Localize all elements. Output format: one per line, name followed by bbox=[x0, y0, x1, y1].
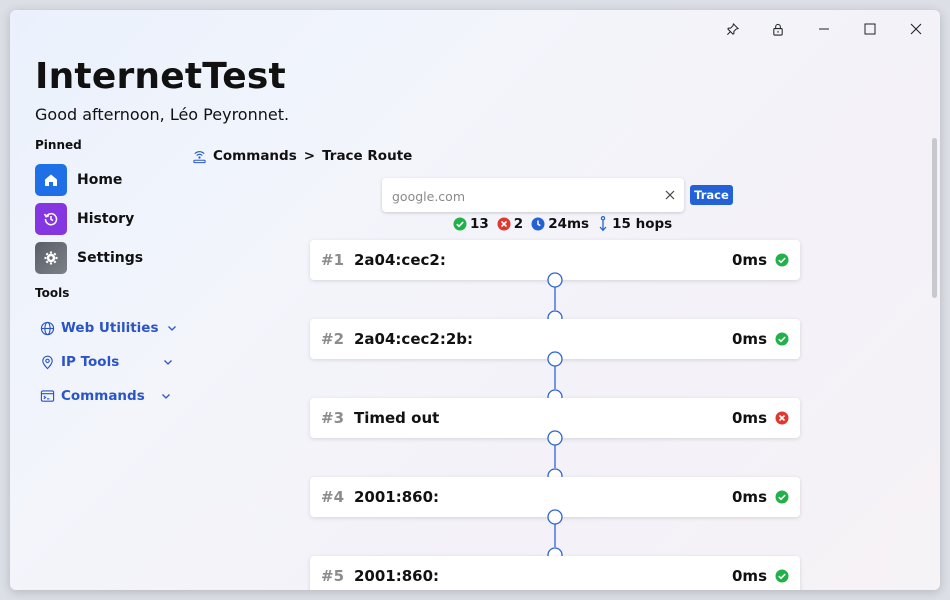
time-stat: 24ms bbox=[531, 216, 589, 232]
minimize-icon[interactable] bbox=[812, 20, 836, 38]
chevron-down-icon[interactable] bbox=[167, 324, 177, 332]
greeting-text: Good afternoon, Léo Peyronnet. bbox=[35, 105, 290, 124]
sidebar-item-settings[interactable]: Settings bbox=[35, 242, 143, 274]
hop-time: 0ms bbox=[732, 330, 767, 348]
scrollbar-thumb[interactable] bbox=[932, 138, 937, 298]
hop-row[interactable]: #5 2001:860: 0ms bbox=[310, 556, 800, 590]
history-icon bbox=[35, 203, 67, 235]
location-icon bbox=[40, 355, 55, 370]
success-icon bbox=[775, 490, 789, 504]
breadcrumb-section[interactable]: Commands bbox=[213, 148, 297, 164]
clear-icon[interactable] bbox=[662, 187, 678, 203]
home-icon bbox=[35, 164, 67, 196]
sidebar-item-home[interactable]: Home bbox=[35, 164, 122, 196]
timeline-connector bbox=[547, 272, 563, 321]
error-icon bbox=[497, 217, 511, 231]
sidebar-item-web-utilities[interactable]: Web Utilities bbox=[40, 318, 177, 338]
close-icon[interactable] bbox=[904, 20, 928, 38]
tools-section-label: Tools bbox=[35, 286, 70, 300]
success-icon bbox=[775, 569, 789, 583]
globe-icon bbox=[40, 321, 55, 336]
app-title: InternetTest bbox=[35, 56, 286, 97]
hop-time: 0ms bbox=[732, 567, 767, 585]
failed-count: 2 bbox=[513, 216, 524, 232]
success-icon bbox=[453, 217, 467, 231]
hop-number: #5 bbox=[321, 567, 345, 585]
sidebar-item-label: IP Tools bbox=[61, 354, 120, 370]
sidebar-item-label: Home bbox=[77, 172, 123, 188]
sidebar-item-history[interactable]: History bbox=[35, 203, 134, 235]
hops-count: 15 hops bbox=[612, 216, 673, 232]
maximize-icon[interactable] bbox=[858, 20, 882, 38]
hop-number: #2 bbox=[321, 330, 345, 348]
success-count: 13 bbox=[470, 216, 489, 232]
timeline-connector bbox=[547, 509, 563, 558]
gear-icon bbox=[35, 242, 67, 274]
clock-icon bbox=[531, 217, 545, 231]
sidebar-item-label: Commands bbox=[61, 388, 145, 404]
success-stat: 13 bbox=[453, 216, 489, 232]
commands-icon bbox=[40, 389, 55, 404]
hops-icon bbox=[599, 216, 607, 232]
trace-route-icon bbox=[192, 149, 207, 164]
pin-icon[interactable] bbox=[720, 20, 744, 38]
hop-address: 2a04:cec2:2b: bbox=[354, 330, 473, 348]
trace-stats: 13 2 24ms 15 hops bbox=[453, 216, 680, 232]
timeline-connector bbox=[547, 430, 563, 479]
hop-address: Timed out bbox=[354, 409, 440, 427]
hop-address: 2001:860: bbox=[354, 567, 440, 585]
sidebar-item-commands[interactable]: Commands bbox=[40, 386, 171, 406]
breadcrumb-current: Trace Route bbox=[322, 148, 413, 164]
success-icon bbox=[775, 332, 789, 346]
success-icon bbox=[775, 253, 789, 267]
hop-time: 0ms bbox=[732, 488, 767, 506]
sidebar-item-label: Web Utilities bbox=[61, 320, 159, 336]
sidebar-item-label: Settings bbox=[77, 250, 144, 266]
host-search-box bbox=[382, 178, 684, 214]
pinned-section-label: Pinned bbox=[35, 138, 82, 152]
hop-address: 2a04:cec2: bbox=[354, 251, 446, 269]
hops-stat: 15 hops bbox=[597, 216, 672, 232]
failed-stat: 2 bbox=[497, 216, 523, 232]
host-input[interactable] bbox=[390, 178, 654, 214]
hop-time: 0ms bbox=[732, 409, 767, 427]
chevron-down-icon[interactable] bbox=[163, 358, 173, 366]
hop-address: 2001:860: bbox=[354, 488, 440, 506]
hop-number: #3 bbox=[321, 409, 345, 427]
app-window: InternetTest Good afternoon, Léo Peyronn… bbox=[10, 10, 940, 590]
lock-icon[interactable] bbox=[766, 20, 790, 38]
sidebar-item-ip-tools[interactable]: IP Tools bbox=[40, 352, 173, 372]
hop-number: #4 bbox=[321, 488, 345, 506]
hop-number: #1 bbox=[321, 251, 345, 269]
total-time: 24ms bbox=[548, 216, 590, 232]
trace-button[interactable]: Trace bbox=[690, 185, 733, 205]
timeline-connector bbox=[547, 351, 563, 400]
sidebar-item-label: History bbox=[77, 211, 135, 227]
chevron-down-icon[interactable] bbox=[161, 392, 171, 400]
error-icon bbox=[775, 411, 789, 425]
breadcrumb-separator: > bbox=[303, 148, 316, 164]
hop-time: 0ms bbox=[732, 251, 767, 269]
breadcrumb: Commands > Trace Route bbox=[192, 148, 412, 164]
